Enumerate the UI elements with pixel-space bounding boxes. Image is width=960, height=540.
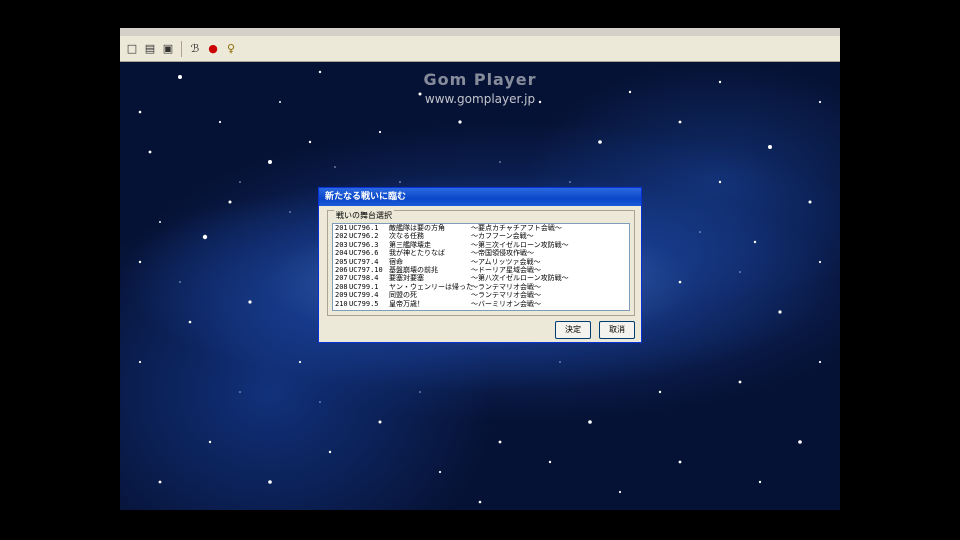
list-item[interactable]: 209 UC799.4 同盟の死 ～ランテマリオ会戦～ — [333, 291, 629, 299]
row-title: 次なる任務 — [389, 232, 424, 241]
row-date: UC798.4 — [349, 274, 379, 283]
row-date: UC796.3 — [349, 240, 379, 249]
toolbar: □ ▤ ▣ ℬ ● ♀ — [120, 36, 840, 62]
row-subtitle: ～バーミリオン会戦～ — [471, 299, 541, 308]
row-date: UC796.6 — [349, 249, 379, 258]
record-icon[interactable]: ● — [205, 41, 221, 57]
open-icon[interactable]: ▤ — [142, 41, 158, 57]
list-item[interactable]: 204 UC796.6 我が神とたりなば ～帝国領侵攻作戦～ — [333, 249, 629, 257]
row-title: 同盟の死 — [389, 291, 417, 300]
row-subtitle: ～第三次イゼルローン攻防戦～ — [471, 240, 569, 249]
ok-button[interactable]: 決定 — [555, 321, 591, 339]
group-label: 戦いの舞台選択 — [334, 210, 394, 221]
watermark-url: www.gomplayer.jp — [424, 92, 536, 106]
toolbar-separator — [181, 40, 182, 57]
row-date: UC799.5 — [349, 299, 379, 308]
battle-list[interactable]: 201 UC796.1 敵艦隊は要の方角 ～要点カチャチアフト会戦～ 202 U… — [332, 223, 630, 311]
row-number: 210 — [335, 299, 348, 308]
row-number: 202 — [335, 232, 348, 241]
row-subtitle: ～アムリッツァ会戦～ — [471, 257, 541, 266]
row-subtitle: ～第八次イゼルローン攻防戦～ — [471, 274, 569, 283]
watermark-logo: Gom Player — [423, 70, 537, 89]
list-item[interactable]: 203 UC796.3 第三艦隊壊走 ～第三次イゼルローン攻防戦～ — [333, 241, 629, 249]
row-number: 201 — [335, 224, 348, 232]
row-title: 我が神とたりなば — [389, 249, 445, 258]
row-date: UC799.1 — [349, 282, 379, 291]
new-icon[interactable]: □ — [124, 41, 140, 57]
list-item[interactable]: 207 UC798.4 要塞対要塞 ～第八次イゼルローン攻防戦～ — [333, 274, 629, 282]
row-number: 209 — [335, 291, 348, 300]
title-bar — [120, 28, 840, 36]
row-date: UC796.2 — [349, 232, 379, 241]
list-item[interactable]: 210 UC799.5 皇帝万歳！ ～バーミリオン会戦～ — [333, 300, 629, 308]
row-subtitle: ～カフフーン会戦～ — [471, 232, 534, 241]
row-date: UC796.1 — [349, 224, 379, 232]
row-subtitle: ～帝国領侵攻作戦～ — [471, 249, 534, 258]
cancel-button[interactable]: 取消 — [599, 321, 635, 339]
row-title: 要塞対要塞 — [389, 274, 424, 283]
row-title: ヤン・ウェンリーは帰った — [389, 282, 473, 291]
list-item[interactable]: 208 UC799.1 ヤン・ウェンリーは帰った ～ランテマリオ会戦～ — [333, 283, 629, 291]
battle-stage-group: 戦いの舞台選択 201 UC796.1 敵艦隊は要の方角 ～要点カチャチアフト会… — [327, 210, 635, 316]
row-date: UC797.10 — [349, 266, 383, 275]
row-number: 206 — [335, 266, 348, 275]
list-item[interactable]: 205 UC797.4 宿命 ～アムリッツァ会戦～ — [333, 258, 629, 266]
save-icon[interactable]: ▣ — [160, 41, 176, 57]
row-number: 207 — [335, 274, 348, 283]
row-subtitle: ～ランテマリオ会戦～ — [471, 282, 541, 291]
row-subtitle: ～ランテマリオ会戦～ — [471, 291, 541, 300]
battle-select-dialog: 新たなる戦いに臨む 戦いの舞台選択 201 UC796.1 敵艦隊は要の方角 ～… — [318, 187, 642, 343]
row-date: UC799.4 — [349, 291, 379, 300]
pin-icon[interactable]: ♀ — [223, 41, 239, 57]
row-number: 204 — [335, 249, 348, 258]
list-item[interactable]: 202 UC796.2 次なる任務 ～カフフーン会戦～ — [333, 232, 629, 240]
row-number: 205 — [335, 257, 348, 266]
row-title: 第三艦隊壊走 — [389, 240, 431, 249]
row-title: 皇帝万歳！ — [389, 299, 424, 308]
row-number: 203 — [335, 240, 348, 249]
row-number: 208 — [335, 282, 348, 291]
row-title: 宿命 — [389, 257, 403, 266]
edit-icon[interactable]: ℬ — [187, 41, 203, 57]
row-date: UC797.4 — [349, 257, 379, 266]
dialog-title: 新たなる戦いに臨む — [319, 188, 641, 206]
